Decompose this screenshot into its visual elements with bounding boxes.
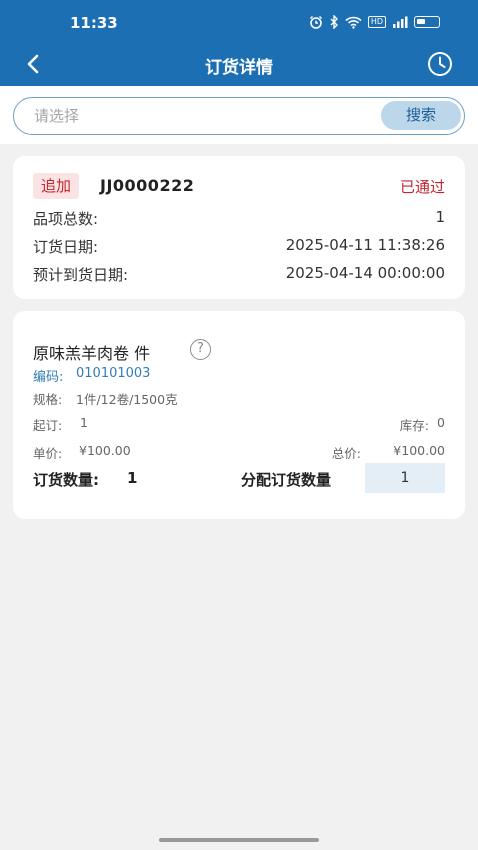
order-date-value: 2025-04-11 11:38:26 [285,236,445,254]
unit-price-value: ¥100.00 [79,443,131,458]
home-indicator[interactable] [159,838,319,842]
item-count-value: 1 [435,208,445,226]
page-title: 订货详情 [205,58,273,78]
item-code-value: 010101003 [76,366,151,381]
hd-icon: HD [367,16,386,28]
stock-label: 库存: [399,418,429,433]
alarm-icon [309,16,322,29]
status-bar: 11:33 HD [0,0,478,42]
battery-icon [414,16,440,28]
question-circle-icon[interactable]: ? [190,339,211,360]
order-type-badge: 追加 [33,173,80,199]
search-input[interactable] [34,98,374,133]
item-count-label: 品项总数: [33,210,99,228]
arrival-date-label: 预计到货日期: [33,266,129,284]
status-badge: 已通过 [399,178,445,196]
order-number: JJ0000222 [100,176,195,195]
item-name: 原味羔羊肉卷 件 [33,344,151,363]
alloc-qty-label: 分配订货数量 [241,471,332,489]
wifi-icon [345,16,362,29]
item-code-label: 编码: [33,370,64,385]
alloc-qty-input[interactable] [365,463,445,493]
order-summary-card: 追加 JJ0000222 已通过 品项总数: 1 订货日期: 2025-04-1… [13,156,465,299]
search-button[interactable]: 搜索 [381,101,461,130]
item-count-row: 品项总数: 1 [33,208,445,230]
item-spec-value: 1件/12卷/1500克 [76,392,178,407]
order-date-label: 订货日期: [33,238,99,256]
item-card: 原味羔羊肉卷 件 ? 编码: 010101003 规格: 1件/12卷/1500… [13,311,465,519]
min-order-label: 起订: [33,418,63,433]
nav-bar: 订货详情 [0,42,478,86]
total-price-value: ¥100.00 [393,443,445,458]
order-qty-value: 1 [127,469,138,487]
total-price-label: 总价: [331,446,361,461]
signal-icon [393,16,408,28]
bluetooth-icon [330,15,338,29]
arrival-date-value: 2025-04-14 00:00:00 [285,264,445,282]
status-icons: HD [309,15,440,29]
arrival-date-row: 预计到货日期: 2025-04-14 00:00:00 [33,264,445,286]
status-time: 11:33 [70,14,118,32]
search-box: 搜索 [13,97,465,135]
clock-icon[interactable] [426,50,454,78]
min-order-value: 1 [80,415,88,430]
stock-value: 0 [437,415,445,430]
unit-price-label: 单价: [33,446,63,461]
item-spec-label: 规格: [33,392,63,407]
search-bar: 搜索 [0,86,478,144]
order-qty-label: 订货数量: [33,471,99,489]
order-date-row: 订货日期: 2025-04-11 11:38:26 [33,236,445,258]
